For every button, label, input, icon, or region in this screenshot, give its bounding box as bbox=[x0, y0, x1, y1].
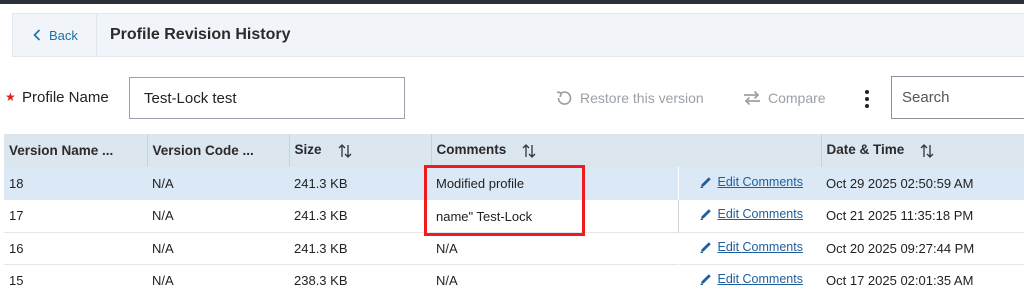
column-header-comments[interactable]: Comments bbox=[431, 134, 678, 167]
compare-arrows-icon bbox=[744, 90, 760, 106]
version-name-cell: 17 bbox=[9, 208, 24, 224]
sort-icon[interactable] bbox=[920, 143, 934, 159]
search-input[interactable] bbox=[891, 76, 1024, 119]
size-cell: 241.3 KB bbox=[294, 240, 348, 256]
date-time-cell: Oct 20 2025 09:27:44 PM bbox=[826, 240, 975, 256]
edit-comments-link[interactable]: Edit Comments bbox=[699, 272, 803, 286]
table-row[interactable]: 15 N/A 238.3 KB N/A Edit Comments Oct 17… bbox=[4, 265, 1024, 295]
profile-name-input[interactable] bbox=[129, 77, 405, 119]
table-header-row: Version Name ... Version Code ... Size C… bbox=[4, 134, 1024, 167]
restore-version-button[interactable]: Restore this version bbox=[554, 86, 704, 110]
edit-cell: Edit Comments bbox=[678, 167, 821, 200]
restore-label: Restore this version bbox=[580, 90, 704, 106]
date-time-cell: Oct 21 2025 11:35:18 PM bbox=[826, 208, 974, 224]
edit-comments-link[interactable]: Edit Comments bbox=[699, 240, 803, 254]
kebab-menu-icon[interactable] bbox=[858, 88, 876, 110]
edit-comments-link[interactable]: Edit Comments bbox=[699, 175, 803, 189]
back-label: Back bbox=[49, 27, 78, 43]
pencil-icon bbox=[700, 176, 711, 188]
column-header-actions bbox=[678, 134, 822, 167]
size-cell: 241.3 KB bbox=[294, 175, 348, 191]
version-code-cell: N/A bbox=[152, 208, 174, 224]
size-cell: 238.3 KB bbox=[294, 273, 348, 289]
edit-cell: Edit Comments bbox=[678, 232, 821, 265]
edit-cell: Edit Comments bbox=[678, 265, 821, 295]
date-time-cell: Oct 17 2025 02:01:35 AM bbox=[826, 273, 974, 289]
version-name-cell: 16 bbox=[9, 240, 24, 256]
sort-icon[interactable] bbox=[338, 143, 352, 159]
comments-cell: N/A bbox=[436, 273, 458, 289]
edit-comments-link[interactable]: Edit Comments bbox=[699, 207, 803, 221]
version-code-cell: N/A bbox=[152, 175, 174, 191]
version-name-cell: 15 bbox=[9, 273, 24, 289]
column-header-version-name[interactable]: Version Name ... bbox=[4, 134, 148, 167]
required-star-icon: ★ bbox=[5, 90, 16, 104]
compare-button[interactable]: Compare bbox=[742, 86, 826, 110]
profile-name-label: Profile Name bbox=[22, 89, 109, 106]
pencil-icon bbox=[700, 241, 711, 253]
column-header-size[interactable]: Size bbox=[289, 134, 432, 167]
restore-icon bbox=[556, 91, 572, 105]
page-header: Back Profile Revision History bbox=[12, 13, 1024, 57]
comments-cell: Modified profile bbox=[436, 176, 525, 191]
pencil-icon bbox=[700, 274, 711, 286]
size-cell: 241.3 KB bbox=[294, 208, 348, 224]
pencil-icon bbox=[700, 209, 711, 221]
revision-table: Version Name ... Version Code ... Size C… bbox=[4, 134, 1024, 295]
page-title: Profile Revision History bbox=[110, 26, 291, 43]
edit-cell: Edit Comments bbox=[677, 199, 821, 232]
column-header-version-code[interactable]: Version Code ... bbox=[147, 134, 290, 167]
sort-icon[interactable] bbox=[522, 143, 536, 159]
version-code-cell: N/A bbox=[152, 273, 174, 289]
comments-cell: name" Test-Lock bbox=[436, 209, 533, 224]
table-row[interactable]: 17 N/A 241.3 KB name" Test-Lock Edit Com… bbox=[4, 199, 1024, 232]
column-header-date-time[interactable]: Date & Time bbox=[821, 134, 1024, 167]
date-time-cell: Oct 29 2025 02:50:59 AM bbox=[826, 175, 974, 191]
compare-label: Compare bbox=[768, 90, 826, 106]
chevron-left-icon bbox=[33, 29, 41, 41]
table-row[interactable]: 18 N/A 241.3 KB Modified profile Edit Co… bbox=[4, 167, 1024, 200]
comments-cell: N/A bbox=[436, 240, 458, 256]
version-code-cell: N/A bbox=[152, 240, 174, 256]
table-row[interactable]: 16 N/A 241.3 KB N/A Edit Comments Oct 20… bbox=[4, 232, 1024, 265]
top-border bbox=[0, 0, 1024, 4]
version-name-cell: 18 bbox=[9, 175, 24, 191]
back-button[interactable]: Back bbox=[13, 14, 97, 56]
